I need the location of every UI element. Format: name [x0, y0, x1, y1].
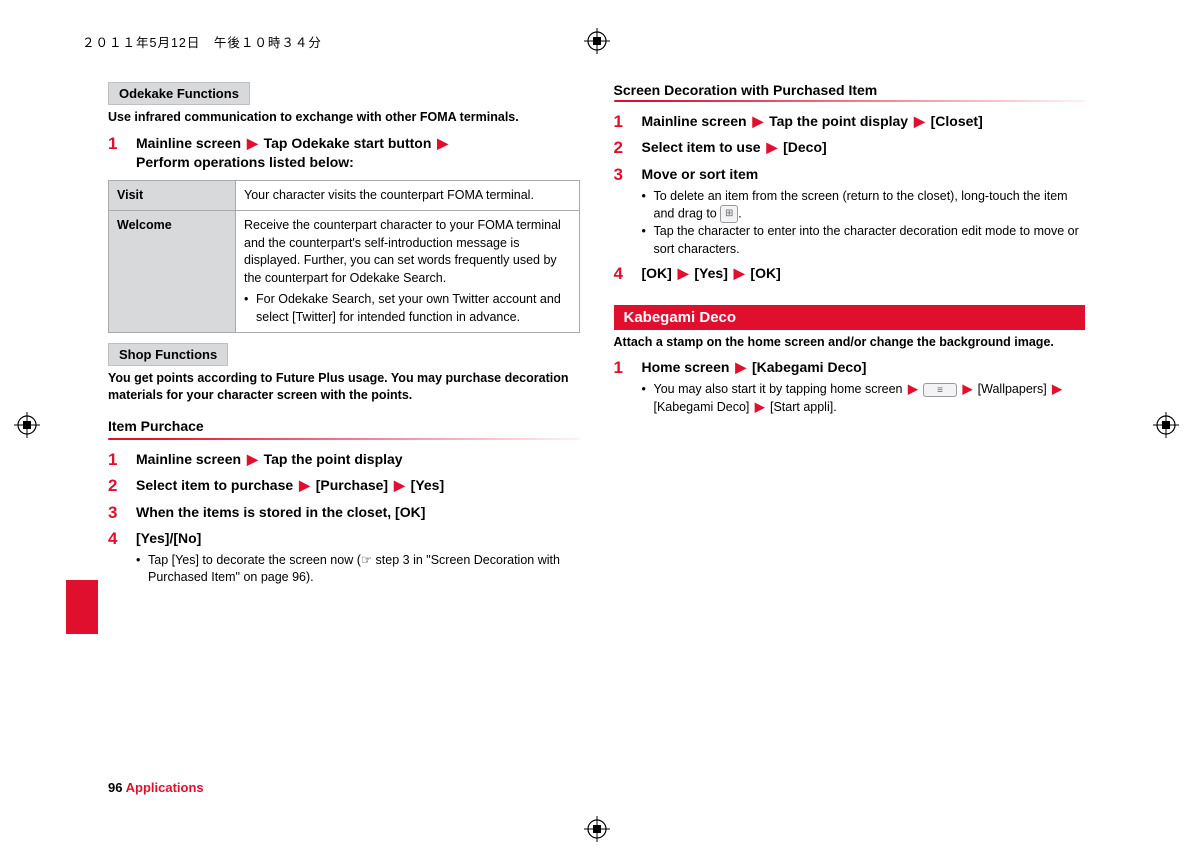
- step-body: Mainline screen ▶ Tap Odekake start butt…: [136, 134, 580, 172]
- kabegami-heading: Kabegami Deco: [614, 305, 1086, 330]
- arrow-icon: ▶: [1050, 382, 1064, 396]
- shop-step-4: 4 [Yes]/[No] •Tap [Yes] to decorate the …: [108, 529, 580, 587]
- step-text: [Deco]: [783, 139, 827, 155]
- section-divider: [614, 100, 1086, 102]
- odekake-step-1: 1 Mainline screen ▶ Tap Odekake start bu…: [108, 134, 580, 172]
- shop-step-3: 3 When the items is stored in the closet…: [108, 503, 580, 523]
- arrow-icon: ▶: [906, 382, 920, 396]
- shop-step4-note: Tap [Yes] to decorate the screen now (☞ …: [148, 552, 580, 587]
- deco-bullet-1: To delete an item from the screen (retur…: [654, 188, 1086, 224]
- welcome-header: Welcome: [109, 211, 236, 333]
- arrow-icon: ▶: [676, 265, 691, 281]
- arrow-icon: ▶: [764, 139, 779, 155]
- shop-heading: Shop Functions: [108, 343, 228, 366]
- arrow-icon: ▶: [245, 135, 260, 151]
- arrow-icon: ▶: [912, 113, 927, 129]
- step-number: 1: [108, 450, 136, 470]
- step-number: 1: [108, 134, 136, 154]
- page-body: Odekake Functions Use infrared communica…: [108, 82, 1085, 790]
- step-text: [Yes]: [694, 265, 727, 281]
- page-footer: 96 Applications: [108, 780, 204, 795]
- deco-step-2: 2 Select item to use ▶ [Deco]: [614, 138, 1086, 158]
- step-text: Home screen: [642, 359, 730, 375]
- arrow-icon: ▶: [297, 477, 312, 493]
- step-number: 1: [614, 358, 642, 378]
- shop-step-1: 1 Mainline screen ▶ Tap the point displa…: [108, 450, 580, 470]
- page-category: Applications: [126, 780, 204, 795]
- table-row: Visit Your character visits the counterp…: [109, 180, 580, 211]
- arrow-icon: ▶: [753, 400, 767, 414]
- step-number: 3: [614, 165, 642, 185]
- step-number: 4: [108, 529, 136, 549]
- step-text: [Yes]: [411, 477, 444, 493]
- step-number: 4: [614, 264, 642, 284]
- step-number: 2: [614, 138, 642, 158]
- step-text: [Closet]: [931, 113, 983, 129]
- menu-icon: ≡: [923, 383, 957, 397]
- step-text: [Kabegami Deco]: [752, 359, 866, 375]
- kabe-step-1: 1 Home screen ▶ [Kabegami Deco] • You ma…: [614, 358, 1086, 416]
- step-text: Mainline screen: [642, 113, 747, 129]
- visit-header: Visit: [109, 180, 236, 211]
- step-text: Select item to purchase: [136, 477, 293, 493]
- step-text: Tap Odekake start button: [264, 135, 432, 151]
- shop-step-2: 2 Select item to purchase ▶ [Purchase] ▶…: [108, 476, 580, 496]
- closet-icon: ⊞: [720, 205, 738, 223]
- odekake-intro: Use infrared communication to exchange w…: [108, 109, 580, 126]
- right-column: Screen Decoration with Purchased Item 1 …: [614, 82, 1086, 790]
- deco-bullet-2: Tap the character to enter into the char…: [654, 223, 1086, 258]
- step-text: Mainline screen: [136, 451, 241, 467]
- shop-intro: You get points according to Future Plus …: [108, 370, 580, 404]
- crop-mark-bottom: [584, 816, 610, 842]
- thumb-tab: [66, 580, 98, 634]
- step-text: [Yes]/[No]: [136, 530, 201, 546]
- deco-step-1: 1 Mainline screen ▶ Tap the point displa…: [614, 112, 1086, 132]
- arrow-icon: ▶: [750, 113, 765, 129]
- step-text: When the items is stored in the closet, …: [136, 503, 580, 522]
- arrow-icon: ▶: [435, 135, 450, 151]
- deco-step-3: 3 Move or sort item •To delete an item f…: [614, 165, 1086, 258]
- step-number: 3: [108, 503, 136, 523]
- step-text: [Purchase]: [316, 477, 388, 493]
- welcome-bullet: For Odekake Search, set your own Twitter…: [256, 291, 571, 326]
- timestamp: ２０１１年5月12日 午後１０時３４分: [82, 32, 322, 51]
- crop-mark-top: [584, 28, 610, 54]
- odekake-table: Visit Your character visits the counterp…: [108, 180, 580, 334]
- arrow-icon: ▶: [392, 477, 407, 493]
- step-number: 1: [614, 112, 642, 132]
- arrow-icon: ▶: [733, 359, 748, 375]
- visit-desc: Your character visits the counterpart FO…: [236, 180, 580, 211]
- step-text: Move or sort item: [642, 166, 759, 182]
- step-text: Tap the point display: [769, 113, 908, 129]
- step-number: 2: [108, 476, 136, 496]
- step-text: Tap the point display: [264, 451, 403, 467]
- kabe-note: You may also start it by tapping home sc…: [654, 381, 1086, 416]
- left-column: Odekake Functions Use infrared communica…: [108, 82, 580, 790]
- deco-step-4: 4 [OK] ▶ [Yes] ▶ [OK]: [614, 264, 1086, 284]
- crop-mark-left: [14, 412, 40, 438]
- page-number: 96: [108, 780, 122, 795]
- step-text: Mainline screen: [136, 135, 241, 151]
- arrow-icon: ▶: [732, 265, 747, 281]
- deco-title: Screen Decoration with Purchased Item: [614, 82, 1086, 98]
- step-text: [OK]: [642, 265, 672, 281]
- table-row: Welcome Receive the counterpart characte…: [109, 211, 580, 333]
- kabegami-intro: Attach a stamp on the home screen and/or…: [614, 334, 1086, 351]
- section-divider: [108, 438, 580, 440]
- step-text: [OK]: [750, 265, 780, 281]
- odekake-heading: Odekake Functions: [108, 82, 250, 105]
- arrow-icon: ▶: [245, 451, 260, 467]
- step-text: Perform operations listed below:: [136, 154, 354, 170]
- crop-mark-right: [1153, 412, 1179, 438]
- step-text: Select item to use: [642, 139, 761, 155]
- welcome-desc: Receive the counterpart character to you…: [236, 211, 580, 333]
- welcome-text: Receive the counterpart character to you…: [244, 218, 561, 285]
- item-purchase-title: Item Purchace: [108, 418, 580, 434]
- arrow-icon: ▶: [961, 382, 975, 396]
